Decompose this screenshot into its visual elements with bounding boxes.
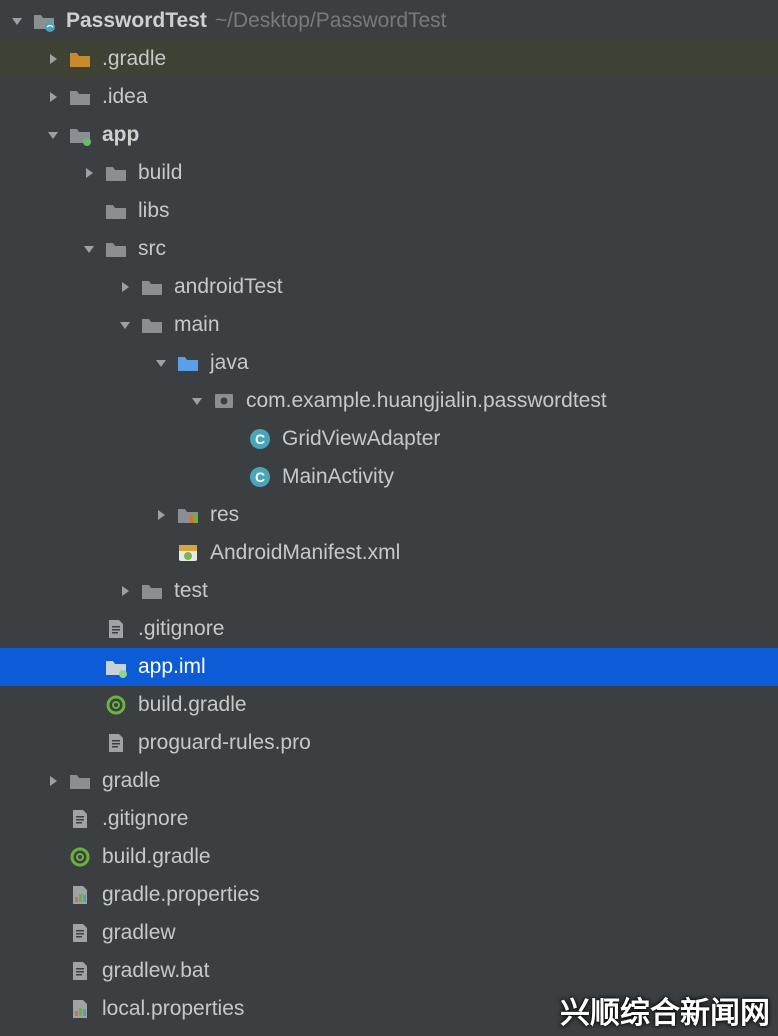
- node-label: .idea: [102, 85, 148, 109]
- tree-node-src[interactable]: src: [0, 230, 778, 268]
- tree-node-file[interactable]: gradlew: [0, 914, 778, 952]
- tree-node-manifest[interactable]: AndroidManifest.xml: [0, 534, 778, 572]
- tree-node-idea[interactable]: .idea: [0, 78, 778, 116]
- project-icon: [32, 9, 56, 33]
- folder-icon: [140, 579, 164, 603]
- node-label: app: [102, 123, 139, 147]
- node-label: androidTest: [174, 275, 283, 299]
- tree-node-test[interactable]: test: [0, 572, 778, 610]
- chevron-right-icon[interactable]: [152, 506, 170, 524]
- node-label: PasswordTest: [66, 9, 207, 33]
- package-icon: [212, 389, 236, 413]
- node-label: libs: [138, 199, 170, 223]
- tree-node-file[interactable]: gradle.properties: [0, 876, 778, 914]
- folder-icon: [140, 313, 164, 337]
- chevron-right-icon[interactable]: [44, 88, 62, 106]
- tree-node-app-iml[interactable]: app.iml: [0, 648, 778, 686]
- chevron-down-icon[interactable]: [152, 354, 170, 372]
- folder-icon: [140, 275, 164, 299]
- watermark-text: 兴顺综合新闻网: [560, 988, 770, 1032]
- tree-node-res[interactable]: res: [0, 496, 778, 534]
- project-tree: PasswordTest ~/Desktop/PasswordTest .gra…: [0, 0, 778, 1028]
- node-label: proguard-rules.pro: [138, 731, 311, 755]
- folder-icon: [68, 85, 92, 109]
- node-label: AndroidManifest.xml: [210, 541, 400, 565]
- gradle-icon: [104, 693, 128, 717]
- tree-node-package[interactable]: com.example.huangjialin.passwordtest: [0, 382, 778, 420]
- node-label: com.example.huangjialin.passwordtest: [246, 389, 607, 413]
- folder-excluded-icon: [68, 47, 92, 71]
- tree-node-root[interactable]: PasswordTest ~/Desktop/PasswordTest: [0, 2, 778, 40]
- tree-node-build[interactable]: build: [0, 154, 778, 192]
- node-label: build.gradle: [138, 693, 247, 717]
- node-label: gradlew: [102, 921, 176, 945]
- chevron-right-icon[interactable]: [80, 164, 98, 182]
- chevron-right-icon[interactable]: [44, 50, 62, 68]
- tree-node-gradle-dir[interactable]: .gradle: [0, 40, 778, 78]
- node-label: res: [210, 503, 239, 527]
- tree-node-java[interactable]: java: [0, 344, 778, 382]
- manifest-icon: [176, 541, 200, 565]
- node-label: src: [138, 237, 166, 261]
- tree-node-file[interactable]: gradlew.bat: [0, 952, 778, 990]
- chevron-right-icon[interactable]: [116, 582, 134, 600]
- folder-icon: [68, 769, 92, 793]
- node-path: ~/Desktop/PasswordTest: [215, 9, 447, 33]
- tree-node-app[interactable]: app: [0, 116, 778, 154]
- node-label: java: [210, 351, 249, 375]
- node-label: gradle: [102, 769, 160, 793]
- class-icon: [248, 427, 272, 451]
- gradle-icon: [68, 845, 92, 869]
- tree-node-file[interactable]: proguard-rules.pro: [0, 724, 778, 762]
- node-label: build: [138, 161, 182, 185]
- folder-icon: [104, 237, 128, 261]
- folder-resource-icon: [176, 503, 200, 527]
- node-label: GridViewAdapter: [282, 427, 440, 451]
- chevron-down-icon[interactable]: [80, 240, 98, 258]
- tree-node-gradle-folder[interactable]: gradle: [0, 762, 778, 800]
- file-icon: [68, 807, 92, 831]
- class-icon: [248, 465, 272, 489]
- file-icon: [68, 959, 92, 983]
- node-label: local.properties: [102, 997, 244, 1021]
- file-icon: [68, 921, 92, 945]
- chevron-down-icon[interactable]: [8, 12, 26, 30]
- node-label: .gradle: [102, 47, 166, 71]
- tree-node-class[interactable]: GridViewAdapter: [0, 420, 778, 458]
- node-label: build.gradle: [102, 845, 211, 869]
- node-label: test: [174, 579, 208, 603]
- tree-node-file[interactable]: .gitignore: [0, 610, 778, 648]
- folder-source-icon: [176, 351, 200, 375]
- chevron-right-icon[interactable]: [44, 772, 62, 790]
- node-label: gradle.properties: [102, 883, 260, 907]
- chevron-down-icon[interactable]: [44, 126, 62, 144]
- folder-module-icon: [68, 123, 92, 147]
- file-icon: [104, 731, 128, 755]
- properties-icon: [68, 883, 92, 907]
- node-label: .gitignore: [138, 617, 224, 641]
- tree-node-class[interactable]: MainActivity: [0, 458, 778, 496]
- tree-node-libs[interactable]: libs: [0, 192, 778, 230]
- tree-node-main[interactable]: main: [0, 306, 778, 344]
- tree-node-file[interactable]: build.gradle: [0, 686, 778, 724]
- node-label: main: [174, 313, 220, 337]
- module-file-icon: [104, 655, 128, 679]
- folder-icon: [104, 161, 128, 185]
- node-label: .gitignore: [102, 807, 188, 831]
- file-icon: [104, 617, 128, 641]
- node-label: gradlew.bat: [102, 959, 209, 983]
- properties-icon: [68, 997, 92, 1021]
- tree-node-file[interactable]: build.gradle: [0, 838, 778, 876]
- chevron-down-icon[interactable]: [188, 392, 206, 410]
- chevron-down-icon[interactable]: [116, 316, 134, 334]
- folder-icon: [104, 199, 128, 223]
- tree-node-file[interactable]: .gitignore: [0, 800, 778, 838]
- tree-node-androidtest[interactable]: androidTest: [0, 268, 778, 306]
- node-label: app.iml: [138, 655, 206, 679]
- node-label: MainActivity: [282, 465, 394, 489]
- chevron-right-icon[interactable]: [116, 278, 134, 296]
